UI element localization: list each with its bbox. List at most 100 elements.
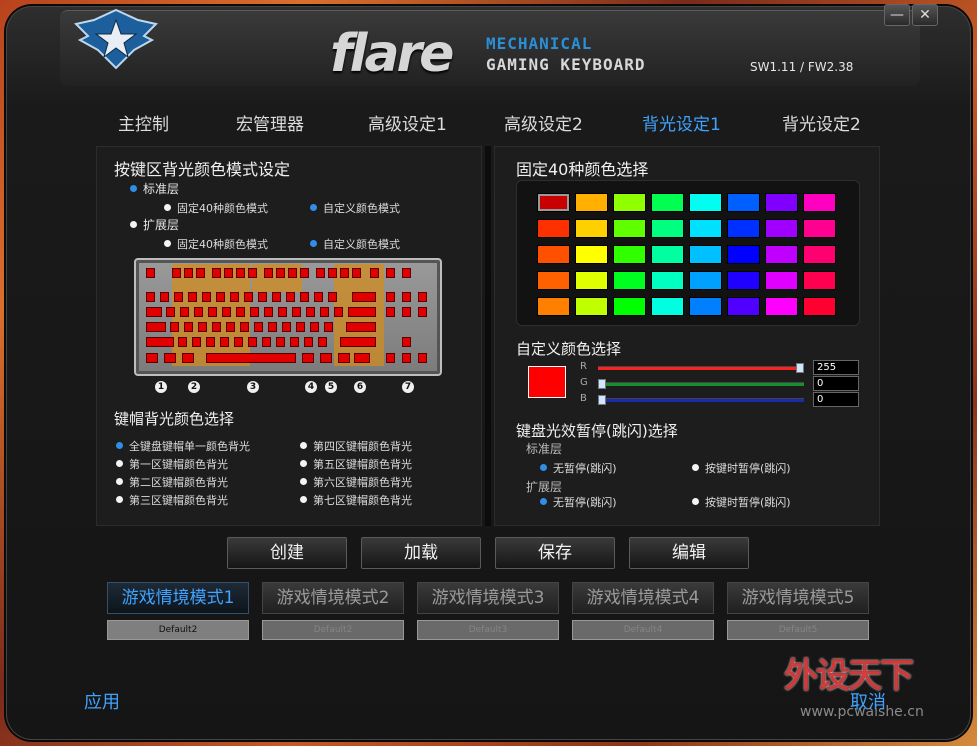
keyboard-key[interactable] [352, 292, 376, 302]
close-button[interactable]: ✕ [912, 4, 938, 26]
tab-backlight-1[interactable]: 背光设定1 [642, 110, 721, 135]
save-button[interactable]: 保存 [495, 537, 615, 569]
red-value-input[interactable]: 255 [813, 360, 859, 375]
color-swatch[interactable] [651, 297, 684, 316]
blue-slider-thumb[interactable] [598, 395, 606, 405]
keyboard-key[interactable] [348, 307, 376, 317]
color-swatch[interactable] [575, 271, 608, 290]
extended-fixed40-radio[interactable]: 固定40种颜色模式 [164, 236, 268, 252]
keyboard-key[interactable] [402, 337, 411, 347]
keyboard-key[interactable] [240, 322, 249, 332]
color-swatch[interactable] [727, 297, 760, 316]
keyboard-key[interactable] [282, 322, 291, 332]
color-swatch[interactable] [537, 193, 570, 212]
color-swatch[interactable] [537, 297, 570, 316]
red-slider-track[interactable] [598, 366, 804, 370]
color-swatch[interactable] [689, 193, 722, 212]
keyboard-key[interactable] [418, 307, 427, 317]
keyboard-key[interactable] [248, 268, 257, 278]
color-swatch[interactable] [727, 271, 760, 290]
keyboard-key[interactable] [170, 322, 179, 332]
game-mode-tab-4[interactable]: 游戏情境模式4 [572, 582, 714, 614]
keyboard-key[interactable] [320, 307, 329, 317]
keyboard-key[interactable] [276, 268, 285, 278]
game-mode-tab-1[interactable]: 游戏情境模式1 [107, 582, 249, 614]
load-button[interactable]: 加载 [361, 537, 481, 569]
keyboard-key[interactable] [258, 292, 267, 302]
apply-button[interactable]: 应用 [84, 688, 120, 714]
keyboard-key[interactable] [310, 322, 319, 332]
keyboard-key[interactable] [276, 337, 285, 347]
game-mode-tab-5[interactable]: 游戏情境模式5 [727, 582, 869, 614]
keyboard-key[interactable] [324, 322, 333, 332]
tab-backlight-2[interactable]: 背光设定2 [782, 110, 861, 135]
color-swatch[interactable] [803, 297, 836, 316]
keyboard-key[interactable] [180, 307, 189, 317]
keyboard-key[interactable] [202, 292, 211, 302]
keyboard-key[interactable] [402, 268, 411, 278]
keyboard-key[interactable] [198, 322, 207, 332]
color-swatch[interactable] [727, 245, 760, 264]
color-swatch[interactable] [765, 297, 798, 316]
keyboard-key[interactable] [320, 353, 332, 363]
keyboard-key[interactable] [386, 268, 395, 278]
color-swatch[interactable] [537, 219, 570, 238]
keyboard-key[interactable] [188, 292, 197, 302]
keyboard-key[interactable] [340, 337, 376, 347]
keyboard-key[interactable] [236, 307, 245, 317]
keyboard-key[interactable] [208, 307, 217, 317]
keycap-opt-zone5[interactable]: 第五区键帽颜色背光 [300, 456, 412, 472]
keyboard-key[interactable] [304, 337, 313, 347]
keyboard-key[interactable] [222, 307, 231, 317]
keyboard-key[interactable] [328, 268, 337, 278]
keyboard-key[interactable] [318, 337, 327, 347]
keyboard-key[interactable] [272, 292, 281, 302]
standard-pause-on-key-radio[interactable]: 按键时暂停(跳闪) [692, 460, 791, 476]
keyboard-key[interactable] [328, 292, 337, 302]
color-swatch[interactable] [537, 271, 570, 290]
keyboard-key[interactable] [250, 307, 259, 317]
color-swatch[interactable] [689, 245, 722, 264]
keyboard-key[interactable] [164, 353, 176, 363]
keyboard-key[interactable] [206, 353, 296, 363]
standard-custom-radio[interactable]: 自定义颜色模式 [310, 200, 400, 216]
color-swatch[interactable] [651, 193, 684, 212]
keyboard-key[interactable] [236, 268, 245, 278]
color-swatch[interactable] [803, 219, 836, 238]
profile-slot-3[interactable]: Default3 [417, 620, 559, 640]
keyboard-key[interactable] [216, 292, 225, 302]
keyboard-key[interactable] [264, 307, 273, 317]
standard-no-pause-radio[interactable]: 无暂停(跳闪) [540, 460, 617, 476]
color-swatch[interactable] [575, 219, 608, 238]
keyboard-key[interactable] [352, 268, 361, 278]
tab-advanced-1[interactable]: 高级设定1 [368, 110, 447, 135]
keyboard-key[interactable] [172, 268, 181, 278]
keyboard-key[interactable] [174, 292, 183, 302]
tab-advanced-2[interactable]: 高级设定2 [504, 110, 583, 135]
keyboard-key[interactable] [300, 268, 309, 278]
color-swatch[interactable] [613, 297, 646, 316]
create-button[interactable]: 创建 [227, 537, 347, 569]
keyboard-key[interactable] [386, 307, 395, 317]
keyboard-key[interactable] [220, 337, 229, 347]
color-swatch[interactable] [613, 219, 646, 238]
keyboard-key[interactable] [146, 268, 155, 278]
keyboard-key[interactable] [386, 353, 395, 363]
keyboard-key[interactable] [302, 353, 314, 363]
keyboard-key[interactable] [418, 353, 427, 363]
edit-button[interactable]: 编辑 [629, 537, 749, 569]
profile-slot-2[interactable]: Default2 [262, 620, 404, 640]
keycap-opt-zone4[interactable]: 第四区键帽颜色背光 [300, 438, 412, 454]
red-slider-thumb[interactable] [796, 363, 804, 373]
keyboard-key[interactable] [146, 307, 162, 317]
keyboard-key[interactable] [146, 337, 174, 347]
keyboard-map[interactable] [134, 258, 442, 376]
keyboard-key[interactable] [146, 353, 158, 363]
keyboard-key[interactable] [166, 307, 175, 317]
color-swatch[interactable] [689, 219, 722, 238]
keycap-opt-all[interactable]: 全键盘键帽单一颜色背光 [116, 438, 250, 454]
color-swatch[interactable] [765, 245, 798, 264]
keyboard-key[interactable] [212, 268, 221, 278]
keyboard-key[interactable] [314, 292, 323, 302]
keyboard-key[interactable] [264, 268, 273, 278]
